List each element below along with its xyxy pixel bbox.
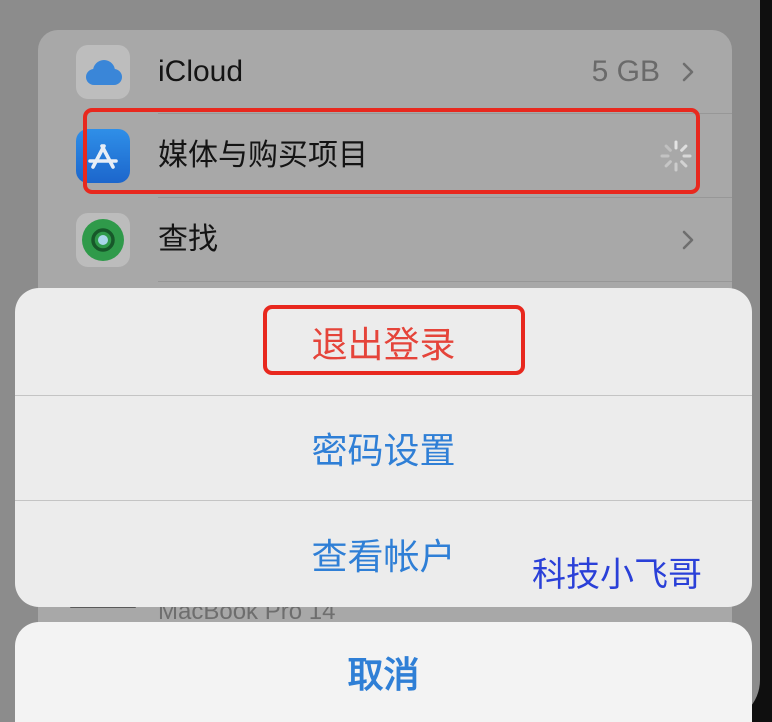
cancel-button[interactable]: 取消: [15, 622, 752, 722]
highlight-box-sign-out: [263, 305, 525, 375]
chevron-right-icon: [681, 229, 695, 251]
settings-row-find-my[interactable]: 查找: [38, 198, 732, 282]
row-label: 查找: [158, 223, 218, 256]
row-label: iCloud: [158, 55, 244, 88]
find-my-icon: [76, 213, 130, 267]
icloud-icon: [76, 45, 130, 99]
cancel-label: 取消: [347, 654, 420, 695]
row-divider: [158, 281, 732, 282]
storage-value: 5 GB: [591, 55, 660, 88]
settings-row-icloud[interactable]: iCloud 5 GB: [38, 30, 732, 114]
highlight-box-media-purchases: [83, 108, 700, 194]
chevron-right-icon: [681, 61, 695, 83]
password-settings-button[interactable]: 密码设置: [15, 395, 752, 500]
watermark-text: 科技小飞哥: [532, 556, 702, 594]
